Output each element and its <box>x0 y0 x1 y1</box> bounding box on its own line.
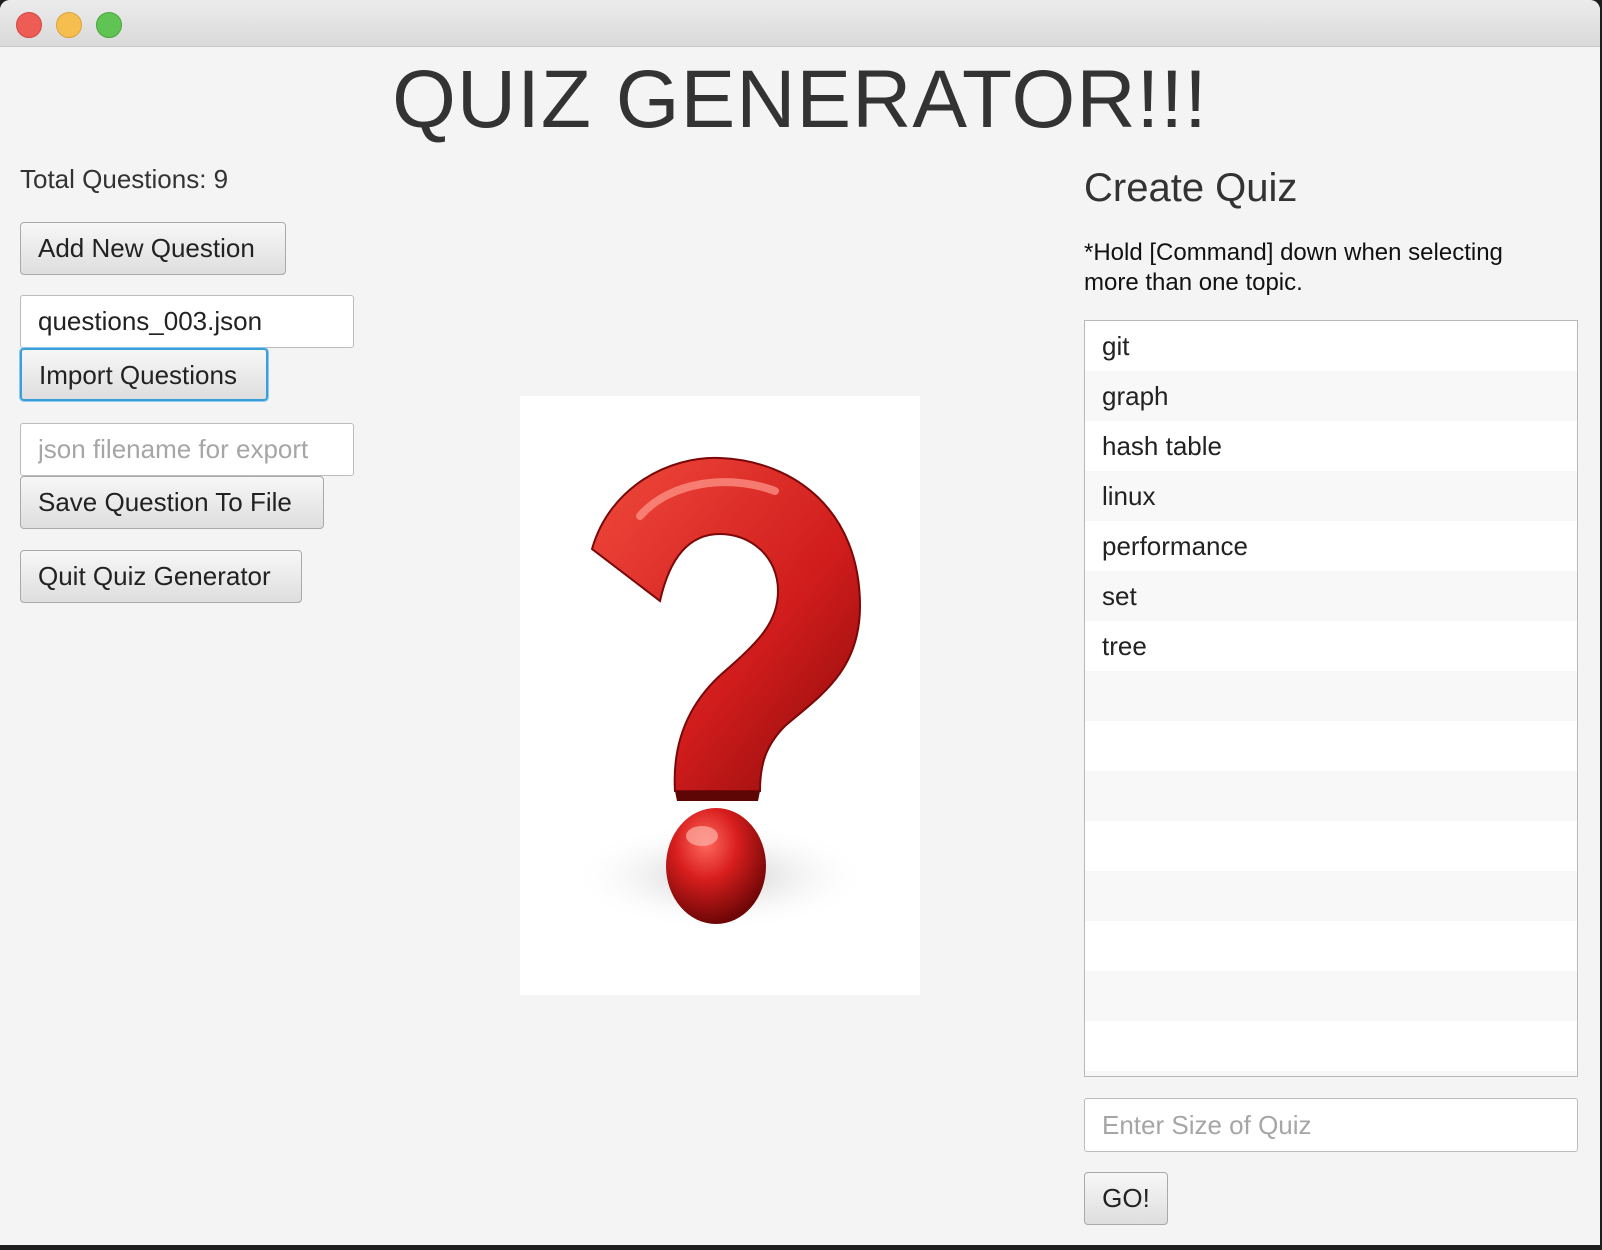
empty-row <box>1085 671 1577 721</box>
empty-row <box>1085 921 1577 971</box>
save-question-button[interactable]: Save Question To File <box>20 476 324 529</box>
empty-row <box>1085 821 1577 871</box>
title-bar <box>0 0 1600 47</box>
empty-row <box>1085 1071 1577 1076</box>
total-questions-label: Total Questions: 9 <box>20 164 229 194</box>
app-title: QUIZ GENERATOR!!! <box>392 54 1208 145</box>
topic-item[interactable]: git <box>1085 321 1577 371</box>
app-window: QUIZ GENERATOR!!! Total Questions: 9 Add… <box>0 0 1600 1245</box>
create-quiz-heading: Create Quiz <box>1084 166 1298 210</box>
quit-quiz-generator-button[interactable]: Quit Quiz Generator <box>20 550 302 603</box>
empty-row <box>1085 871 1577 921</box>
maximize-window-button[interactable] <box>96 12 122 38</box>
topic-item[interactable]: graph <box>1085 371 1577 421</box>
empty-row <box>1085 721 1577 771</box>
topic-item[interactable]: tree <box>1085 621 1577 671</box>
question-mark-image <box>520 396 920 995</box>
export-filename-field[interactable] <box>20 423 354 476</box>
import-questions-button[interactable]: Import Questions <box>20 348 268 401</box>
quiz-size-field[interactable] <box>1084 1098 1578 1152</box>
empty-row <box>1085 971 1577 1021</box>
topic-item[interactable]: hash table <box>1085 421 1577 471</box>
minimize-window-button[interactable] <box>56 12 82 38</box>
empty-row <box>1085 1021 1577 1071</box>
topic-list[interactable]: git graph hash table linux performance s… <box>1084 320 1578 1077</box>
topic-item[interactable]: set <box>1085 571 1577 621</box>
go-button[interactable]: GO! <box>1084 1172 1168 1225</box>
multi-select-hint: *Hold [Command] down when selecting more… <box>1084 239 1503 296</box>
close-window-button[interactable] <box>16 12 42 38</box>
empty-row <box>1085 771 1577 821</box>
topic-item[interactable]: linux <box>1085 471 1577 521</box>
add-new-question-button[interactable]: Add New Question <box>20 222 286 275</box>
question-mark-icon <box>570 456 870 931</box>
import-filename-field[interactable] <box>20 295 354 348</box>
topic-item[interactable]: performance <box>1085 521 1577 571</box>
